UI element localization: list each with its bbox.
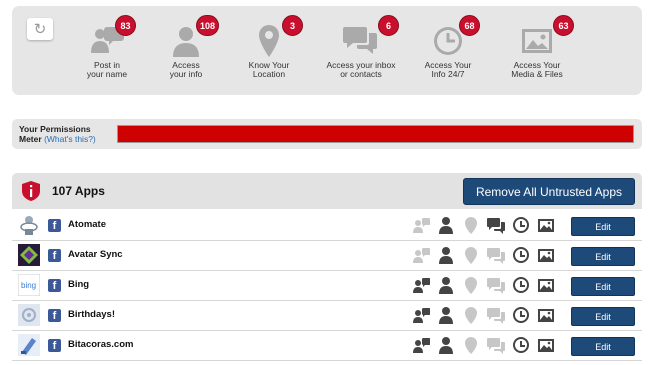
picture-icon [538,249,554,262]
app-row: f Bitacoras.com Edit [12,331,642,361]
remove-untrusted-apps-button[interactable]: Remove All Untrusted Apps [463,178,635,205]
clock-icon [513,307,529,323]
app-name: Birthdays! [68,309,115,320]
facebook-icon: f [48,219,61,232]
chat-bubbles-icon [487,218,505,234]
edit-button[interactable]: Edit [571,307,635,326]
permission-access-inbox-contacts[interactable]: 6 Access your inbox or contacts [311,13,411,79]
clock-icon [513,217,529,233]
chat-bubbles-icon [487,338,505,354]
facebook-icon: f [48,249,61,262]
permission-label: Access your inbox or contacts [326,60,396,79]
meter-label: Your Permissions Meter (What's this?) [19,124,96,144]
person-icon [439,217,453,234]
bing-logo: bing [18,274,40,296]
person-icon [439,337,453,354]
refresh-icon: ↻ [33,21,47,38]
edit-button[interactable]: Edit [571,337,635,356]
facebook-icon: f [48,339,61,352]
picture-icon [538,339,554,352]
app-row: bing f Bing Edit [12,271,642,301]
location-pin-icon [465,247,477,264]
birthdays-logo [18,304,40,326]
clock-icon [513,337,529,353]
permission-access-info-24-7[interactable]: 68 Access Your Info 24/7 [398,13,498,79]
picture-icon [538,219,554,232]
clock-icon [513,247,529,263]
edit-button[interactable]: Edit [571,277,635,296]
app-name: Atomate [68,219,107,230]
permission-access-media-files[interactable]: 63 Access Your Media & Files [487,13,587,79]
location-pin-icon [465,217,477,234]
clock-icon [513,277,529,293]
permission-label: Access Your Info 24/7 [424,60,472,79]
count-badge: 63 [553,15,574,36]
speech-people-icon [413,278,430,293]
app-name: Avatar Sync [68,249,123,260]
speech-people-icon [413,308,430,323]
edit-button[interactable]: Edit [571,247,635,266]
count-badge: 108 [196,15,220,36]
app-row: f Atomate Edit [12,211,642,241]
permission-label: Access Your Media & Files [511,60,563,79]
chat-bubbles-icon [487,278,505,294]
whats-this-link[interactable]: (What's this?) [44,134,96,144]
app-row: f Birthdays! Edit [12,301,642,331]
speech-people-icon [413,248,430,263]
permission-know-your-location[interactable]: 3 Know Your Location [219,13,319,79]
location-pin-icon [465,307,477,324]
person-icon [439,277,453,294]
speech-people-icon [413,218,430,233]
avatar-sync-logo [18,244,40,266]
meter-fill [118,126,633,142]
app-name: Bitacoras.com [68,339,134,350]
permission-label: Know Your Location [248,60,290,79]
meter-track [117,125,634,143]
atomate-logo [20,216,38,235]
count-badge: 6 [378,15,399,36]
facebook-icon: f [48,279,61,292]
apps-header: 107 Apps Remove All Untrusted Apps [12,173,642,209]
chat-bubbles-icon [487,248,505,264]
bitacoras-logo [18,334,40,356]
svg-text:bing: bing [21,281,36,290]
app-row: f Avatar Sync Edit [12,241,642,271]
count-badge: 68 [459,15,480,36]
person-icon [439,307,453,324]
permissions-panel: ↻ 83 Post in your name 108 Access your inf… [12,6,642,95]
count-badge: 83 [115,15,136,36]
location-pin-icon [465,337,477,354]
picture-icon [522,29,552,53]
chat-bubbles-icon [487,308,505,324]
person-icon [439,247,453,264]
refresh-button[interactable]: ↻ [27,18,53,40]
warning-shield-icon [22,181,40,201]
permissions-meter: Your Permissions Meter (What's this?) [12,119,642,149]
picture-icon [538,309,554,322]
count-badge: 3 [282,15,303,36]
app-name: Bing [68,279,90,290]
apps-count: 107 Apps [52,184,105,198]
chat-bubbles-icon [343,27,377,54]
edit-button[interactable]: Edit [571,217,635,236]
facebook-icon: f [48,309,61,322]
location-pin-icon [465,277,477,294]
speech-people-icon [413,338,430,353]
picture-icon [538,279,554,292]
